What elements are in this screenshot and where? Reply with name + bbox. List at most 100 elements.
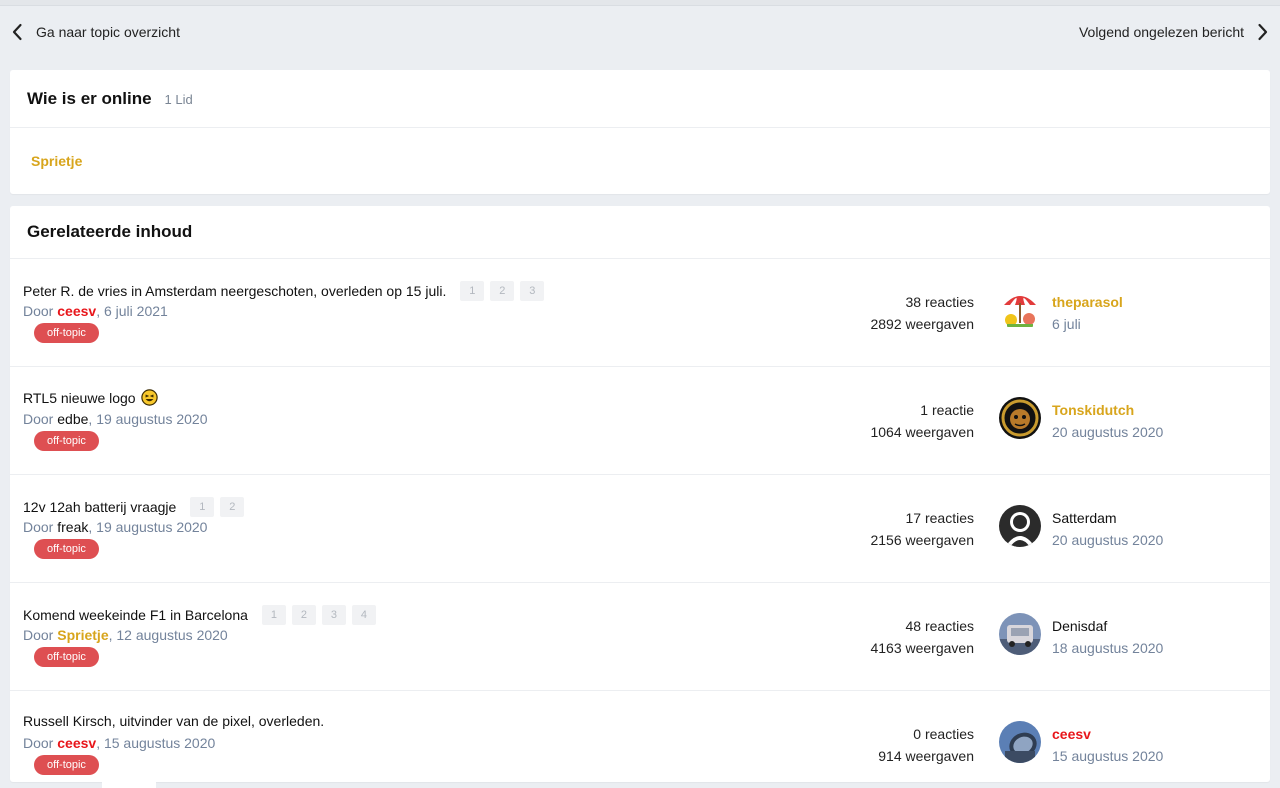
topic-title-link[interactable]: RTL5 nieuwe logo bbox=[23, 390, 136, 406]
page-link[interactable]: 2 bbox=[291, 605, 316, 625]
tag-badge[interactable]: off-topic bbox=[34, 647, 99, 667]
last-poster-link[interactable]: theparasol bbox=[1052, 291, 1123, 313]
by-prefix: Door bbox=[23, 519, 54, 535]
back-to-topics-label: Ga naar topic overzicht bbox=[36, 24, 180, 40]
topic-stats: 38 reacties 2892 weergaven bbox=[870, 291, 974, 335]
next-unread-label: Volgend ongelezen bericht bbox=[1078, 24, 1244, 40]
online-user-link[interactable]: Sprietje bbox=[31, 153, 82, 169]
topic-stats: 1 reactie 1064 weergaven bbox=[870, 399, 974, 443]
last-post: Denisdaf 18 augustus 2020 bbox=[1052, 615, 1163, 659]
topic-title-line: Russell Kirsch, uitvinder van de pixel, … bbox=[23, 713, 324, 729]
topic-title-line: 12v 12ah batterij vraagje 1 2 bbox=[23, 497, 245, 517]
page-link[interactable]: 2 bbox=[220, 497, 245, 517]
top-edge bbox=[0, 0, 1280, 6]
topic-row: RTL5 nieuwe logo Door edbe, 19 augustus … bbox=[10, 367, 1270, 475]
topic-byline: Door Sprietje, 12 augustus 2020 bbox=[23, 627, 228, 643]
tag-badge[interactable]: off-topic bbox=[34, 323, 99, 343]
related-header: Gerelateerde inhoud bbox=[10, 206, 1270, 259]
view-count: 4163 weergaven bbox=[870, 640, 974, 656]
by-prefix: Door bbox=[23, 411, 54, 427]
reply-count: 48 reacties bbox=[905, 618, 974, 634]
chevron-right-icon bbox=[1256, 22, 1270, 42]
tag-badge[interactable]: off-topic bbox=[34, 431, 99, 451]
topic-stats: 0 reacties 914 weergaven bbox=[878, 723, 974, 767]
bottom-tab-edge bbox=[102, 782, 156, 788]
last-post: theparasol 6 juli bbox=[1052, 291, 1123, 335]
topic-title-line: Komend weekeinde F1 in Barcelona 1 2 3 4 bbox=[23, 605, 376, 625]
topic-title-line: Peter R. de vries in Amsterdam neergesch… bbox=[23, 281, 545, 301]
avatar-tonskidutch[interactable] bbox=[999, 397, 1041, 439]
last-post-date: 6 juli bbox=[1052, 316, 1081, 332]
topic-stats: 48 reacties 4163 weergaven bbox=[870, 615, 974, 659]
page-link[interactable]: 2 bbox=[490, 281, 515, 301]
page-link[interactable]: 3 bbox=[321, 605, 346, 625]
author-link[interactable]: edbe bbox=[57, 411, 88, 427]
topic-title-link[interactable]: Komend weekeinde F1 in Barcelona bbox=[23, 607, 248, 623]
topic-pagination: 1 2 3 4 bbox=[261, 605, 376, 625]
topic-row: Peter R. de vries in Amsterdam neergesch… bbox=[10, 259, 1270, 367]
topic-row: Russell Kirsch, uitvinder van de pixel, … bbox=[10, 691, 1270, 782]
reply-count: 17 reacties bbox=[905, 510, 974, 526]
topic-pager: Ga naar topic overzicht Volgend ongeleze… bbox=[0, 22, 1280, 44]
topic-date: 12 augustus 2020 bbox=[116, 627, 228, 643]
author-link[interactable]: freak bbox=[57, 519, 88, 535]
last-post-date: 18 augustus 2020 bbox=[1052, 640, 1164, 656]
author-link[interactable]: ceesv bbox=[57, 303, 96, 319]
view-count: 2156 weergaven bbox=[870, 532, 974, 548]
author-link[interactable]: Sprietje bbox=[57, 627, 108, 643]
avatar-default-user[interactable] bbox=[999, 505, 1041, 547]
avatar-ceesv[interactable] bbox=[999, 721, 1041, 763]
topic-byline: Door freak, 19 augustus 2020 bbox=[23, 519, 208, 535]
last-poster-link[interactable]: Denisdaf bbox=[1052, 615, 1163, 637]
last-poster-link[interactable]: Tonskidutch bbox=[1052, 399, 1163, 421]
last-post-date: 20 augustus 2020 bbox=[1052, 532, 1164, 548]
topic-pagination: 1 2 3 bbox=[460, 281, 545, 301]
topic-row: 12v 12ah batterij vraagje 1 2 Door freak… bbox=[10, 475, 1270, 583]
tag-badge[interactable]: off-topic bbox=[34, 755, 99, 775]
tag-badge[interactable]: off-topic bbox=[34, 539, 99, 559]
page-link[interactable]: 1 bbox=[460, 281, 485, 301]
avatar-denisdaf[interactable] bbox=[999, 613, 1041, 655]
topic-title-line: RTL5 nieuwe logo bbox=[23, 389, 158, 406]
last-post: Tonskidutch 20 augustus 2020 bbox=[1052, 399, 1163, 443]
topic-date: 6 juli 2021 bbox=[103, 303, 168, 319]
topic-byline: Door ceesv, 15 augustus 2020 bbox=[23, 735, 216, 751]
topic-byline: Door edbe, 19 augustus 2020 bbox=[23, 411, 208, 427]
related-title: Gerelateerde inhoud bbox=[27, 222, 193, 241]
topic-date: 19 augustus 2020 bbox=[96, 519, 208, 535]
view-count: 914 weergaven bbox=[878, 748, 974, 764]
author-link[interactable]: ceesv bbox=[57, 735, 96, 751]
last-post: Satterdam 20 augustus 2020 bbox=[1052, 507, 1163, 551]
online-title: Wie is er online bbox=[27, 88, 152, 108]
topic-date: 15 augustus 2020 bbox=[103, 735, 216, 751]
last-poster-link[interactable]: Satterdam bbox=[1052, 507, 1163, 529]
last-post: ceesv 15 augustus 2020 bbox=[1052, 723, 1163, 767]
avatar-parasol[interactable] bbox=[999, 289, 1041, 331]
topic-title-link[interactable]: Russell Kirsch, uitvinder van de pixel, … bbox=[23, 713, 324, 729]
topic-title-link[interactable]: Peter R. de vries in Amsterdam neergesch… bbox=[23, 283, 446, 299]
by-prefix: Door bbox=[23, 303, 54, 319]
topic-title-link[interactable]: 12v 12ah batterij vraagje bbox=[23, 499, 176, 515]
page-link[interactable]: 1 bbox=[261, 605, 286, 625]
online-header: Wie is er online 1 Lid bbox=[10, 70, 1270, 128]
reply-count: 38 reacties bbox=[905, 294, 974, 310]
reply-count: 0 reacties bbox=[913, 726, 974, 742]
topic-byline: Door ceesv, 6 juli 2021 bbox=[23, 303, 168, 319]
view-count: 1064 weergaven bbox=[870, 424, 974, 440]
last-post-date: 15 augustus 2020 bbox=[1052, 748, 1164, 764]
page-link[interactable]: 4 bbox=[351, 605, 376, 625]
reply-count: 1 reactie bbox=[920, 402, 974, 418]
back-to-topics-link[interactable]: Ga naar topic overzicht bbox=[10, 22, 180, 42]
related-content-panel: Gerelateerde inhoud Peter R. de vries in… bbox=[10, 206, 1270, 782]
page-link[interactable]: 1 bbox=[190, 497, 215, 517]
last-post-date: 20 augustus 2020 bbox=[1052, 424, 1164, 440]
chevron-left-icon bbox=[10, 22, 24, 42]
view-count: 2892 weergaven bbox=[870, 316, 974, 332]
laughing-emoji-icon bbox=[140, 389, 158, 406]
topic-pagination: 1 2 bbox=[190, 497, 245, 517]
who-is-online-panel: Wie is er online 1 Lid Sprietje bbox=[10, 70, 1270, 194]
page-link[interactable]: 3 bbox=[520, 281, 545, 301]
last-poster-link[interactable]: ceesv bbox=[1052, 723, 1163, 745]
next-unread-link[interactable]: Volgend ongelezen bericht bbox=[1079, 22, 1270, 42]
online-count: 1 Lid bbox=[164, 92, 193, 107]
